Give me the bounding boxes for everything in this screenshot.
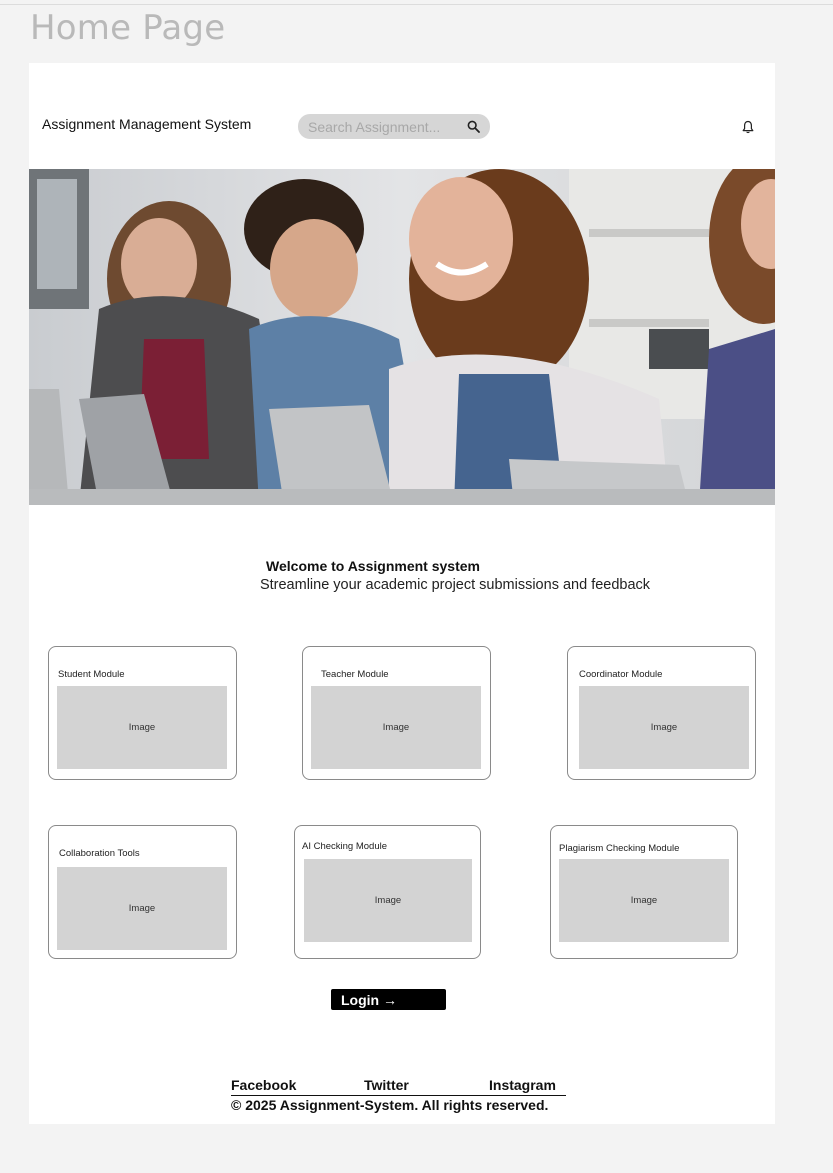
search-bar[interactable] bbox=[298, 114, 490, 139]
frame-title: Home Page bbox=[30, 8, 226, 48]
module-card-label: Collaboration Tools bbox=[59, 848, 140, 859]
welcome-title-text: Welcome to Assignment system bbox=[266, 558, 480, 574]
module-card-label: Plagiarism Checking Module bbox=[559, 843, 680, 854]
footer-link-instagram[interactable]: Instagram bbox=[489, 1077, 556, 1093]
module-card-label: Teacher Module bbox=[321, 669, 389, 680]
login-button[interactable]: Login → bbox=[331, 989, 446, 1010]
module-card-ai-checking[interactable]: AI Checking Module Image bbox=[294, 825, 481, 959]
hero-photo-students bbox=[29, 169, 775, 505]
module-image-placeholder: Image bbox=[559, 859, 729, 942]
module-image-placeholder: Image bbox=[579, 686, 749, 769]
module-card-label: AI Checking Module bbox=[302, 841, 388, 852]
copyright-text: © 2025 Assignment-System. All rights res… bbox=[231, 1097, 549, 1113]
module-image-placeholder: Image bbox=[311, 686, 481, 769]
welcome-subtitle: Streamline your academic project submiss… bbox=[29, 577, 775, 593]
module-image-placeholder: Image bbox=[304, 859, 472, 942]
footer-link-facebook[interactable]: Facebook bbox=[231, 1077, 296, 1093]
bell-icon[interactable] bbox=[742, 120, 754, 134]
top-border bbox=[0, 4, 833, 5]
module-image-placeholder: Image bbox=[57, 867, 227, 950]
module-image-placeholder: Image bbox=[57, 686, 227, 769]
module-card-coordinator[interactable]: Coordinator Module Image bbox=[567, 646, 756, 780]
module-card-label: Student Module bbox=[58, 669, 125, 680]
module-card-collaboration[interactable]: Collaboration Tools Image bbox=[48, 825, 237, 959]
welcome-subtitle-text: Streamline your academic project submiss… bbox=[259, 577, 651, 593]
footer-link-twitter[interactable]: Twitter bbox=[364, 1077, 409, 1093]
module-card-plagiarism-checking[interactable]: Plagiarism Checking Module Image bbox=[550, 825, 738, 959]
hero-image bbox=[29, 169, 775, 505]
module-card-student[interactable]: Student Module Image bbox=[48, 646, 237, 780]
header: Assignment Management System bbox=[29, 63, 775, 169]
module-card-teacher[interactable]: Teacher Module Image bbox=[302, 646, 491, 780]
home-page-frame: Assignment Management System Search Assi… bbox=[29, 63, 775, 1124]
welcome-title: Welcome to Assignment system bbox=[29, 558, 775, 574]
search-input[interactable] bbox=[308, 118, 458, 135]
footer-links: Facebook Twitter Instagram bbox=[231, 1077, 566, 1096]
app-title: Assignment Management System bbox=[42, 116, 252, 132]
search-icon[interactable] bbox=[467, 120, 480, 133]
module-card-label: Coordinator Module bbox=[579, 669, 663, 680]
